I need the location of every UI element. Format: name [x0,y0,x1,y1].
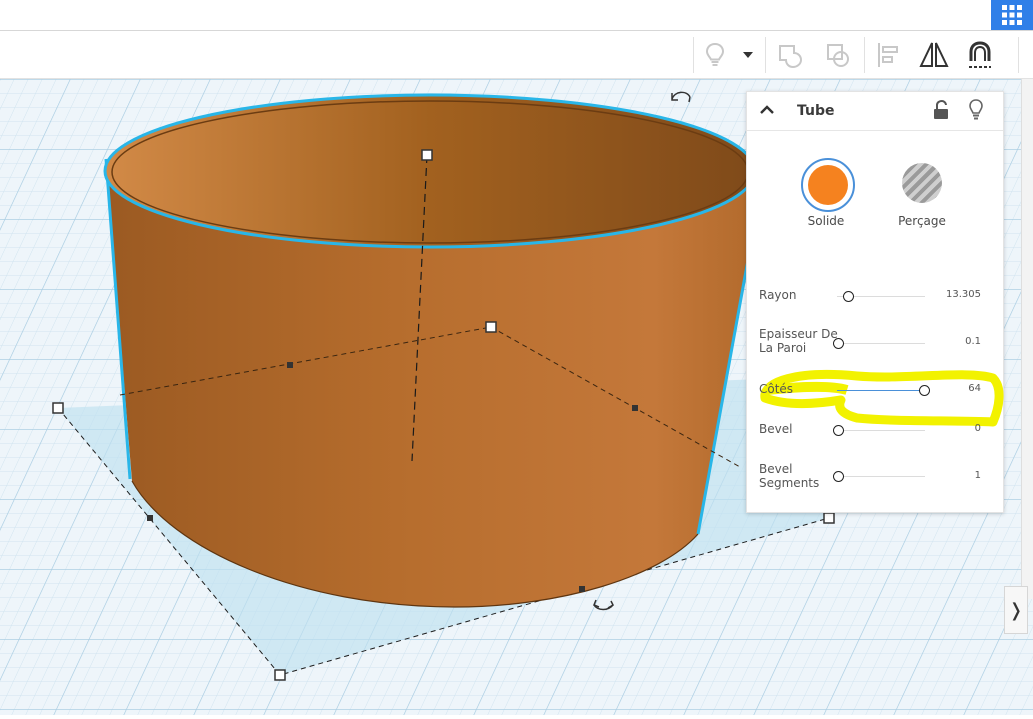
param-value[interactable]: 13.305 [921,289,981,300]
param-value[interactable]: 1 [921,470,981,481]
inspector-header: Tube [747,92,1003,131]
solid-label: Solide [807,214,845,228]
side-handle[interactable] [579,586,585,592]
toolbar-divider [765,37,766,73]
shape-title: Tube [797,103,835,119]
slider-knob[interactable] [843,291,854,302]
slider-knob[interactable] [833,338,844,349]
light-dropdown-button[interactable] [735,37,761,73]
param-label: Côtés [759,382,794,396]
corner-handle[interactable] [52,402,64,414]
grid-icon [1002,5,1022,25]
slider-knob[interactable] [833,425,844,436]
param-value[interactable]: 64 [921,383,981,394]
lightbulb-button[interactable] [697,37,733,73]
corner-handle[interactable] [823,512,835,524]
magnet-icon [969,41,991,68]
align-icon [878,43,898,67]
lightbulb-icon[interactable] [968,99,984,120]
top-bar [0,0,1033,31]
dropdown-icon [743,52,753,58]
toolbar [0,31,1033,79]
solid-button[interactable] [801,158,855,212]
slider-knob[interactable] [833,471,844,482]
param-label: Rayon [759,288,797,302]
side-handle[interactable] [147,515,153,521]
param-slider[interactable] [837,430,925,431]
shape-inspector: Tube Solide Perçage Rayon 13.305 Epaisse… [746,91,1004,513]
expand-panel-button[interactable]: ❭ [1004,586,1028,634]
toolbar-divider [864,37,865,73]
ungroup-button[interactable] [820,37,856,73]
align-button[interactable] [870,37,906,73]
ungroup-icon [827,44,849,67]
corner-handle[interactable] [274,669,286,681]
toolbar-divider [693,37,694,73]
solid-color-swatch [808,165,848,205]
side-handle[interactable] [632,405,638,411]
hole-label: Perçage [898,214,946,228]
side-handle[interactable] [287,362,293,368]
lock-icon[interactable] [933,100,949,120]
right-scroll-strip[interactable] [1021,79,1033,599]
hole-swatch [902,163,942,203]
mirror-icon [919,42,949,67]
param-slider[interactable] [837,343,925,344]
param-value[interactable]: 0 [921,423,981,434]
grid-view-button[interactable] [991,0,1033,30]
param-slider[interactable] [837,390,925,391]
height-handle[interactable] [421,149,433,161]
expand-icon: ❭ [1008,599,1024,621]
toolbar-divider [1018,37,1019,73]
group-button[interactable] [772,37,808,73]
hole-button[interactable] [897,158,947,208]
mirror-button[interactable] [916,37,952,73]
param-value[interactable]: 0.1 [921,336,981,347]
center-handle[interactable] [485,321,497,333]
group-icon [779,45,803,69]
lightbulb-icon [705,42,725,66]
param-slider[interactable] [837,476,925,477]
collapse-icon[interactable] [759,104,775,116]
snap-button[interactable] [962,37,998,73]
